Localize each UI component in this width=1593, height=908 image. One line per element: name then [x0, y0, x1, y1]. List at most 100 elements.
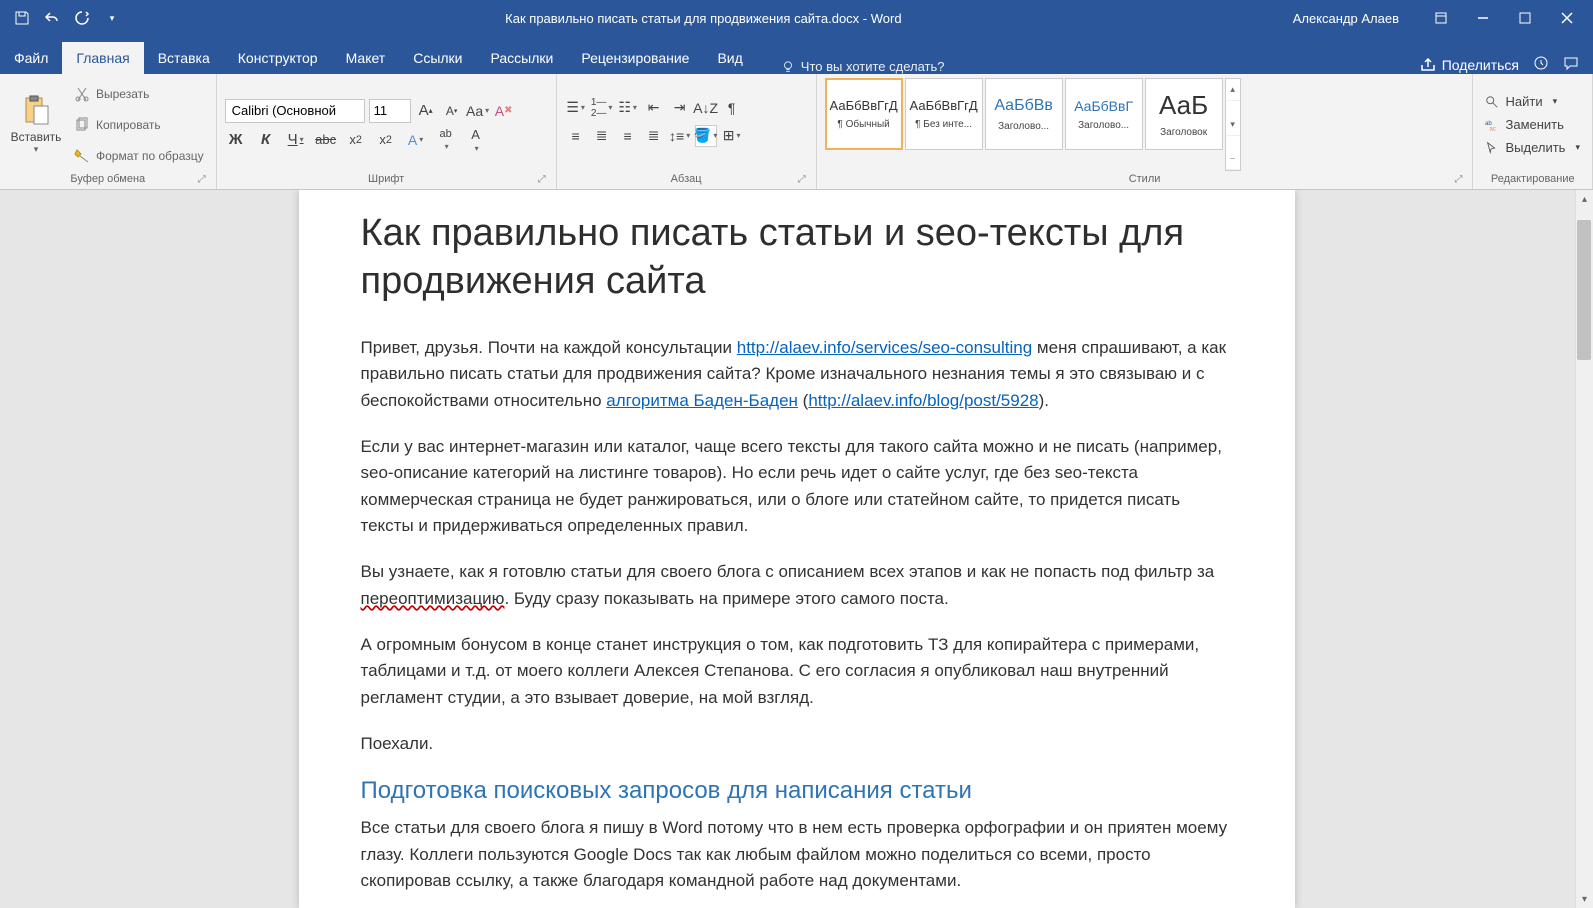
change-case-icon[interactable]: Aa: [467, 100, 489, 122]
tab-view[interactable]: Вид: [703, 42, 756, 74]
group-styles: АаБбВвГгД¶ Обычный АаБбВвГгД¶ Без инте..…: [817, 74, 1474, 189]
bullets-icon[interactable]: ☰: [565, 97, 587, 119]
tab-home[interactable]: Главная: [62, 42, 143, 74]
align-center-icon[interactable]: ≣: [591, 125, 613, 147]
minimize-icon[interactable]: [1463, 0, 1503, 36]
group-styles-label: Стили: [1129, 173, 1161, 185]
styles-launcher-icon[interactable]: ⤢: [1454, 174, 1462, 185]
font-color-icon[interactable]: A: [465, 129, 487, 151]
font-launcher-icon[interactable]: ⤢: [538, 174, 546, 185]
italic-button[interactable]: К: [255, 129, 277, 151]
ribbon-display-icon[interactable]: [1421, 0, 1461, 36]
justify-icon[interactable]: ≣: [643, 125, 665, 147]
style-no-spacing[interactable]: АаБбВвГгД¶ Без инте...: [905, 78, 983, 150]
replace-button[interactable]: abacЗаменить: [1481, 115, 1584, 134]
styles-expand[interactable]: ▴▾⎯: [1225, 78, 1241, 171]
style-normal[interactable]: АаБбВвГгД¶ Обычный: [825, 78, 903, 150]
sort-icon[interactable]: A↓Z: [695, 97, 717, 119]
style-heading2[interactable]: АаБбВвГЗаголово...: [1065, 78, 1143, 150]
comments-icon[interactable]: [1563, 55, 1579, 74]
font-name-input[interactable]: [225, 99, 365, 123]
group-clipboard-label: Буфер обмена: [70, 173, 145, 185]
paragraph-4: А огромным бонусом в конце станет инстру…: [361, 632, 1233, 711]
bold-button[interactable]: Ж: [225, 129, 247, 151]
save-icon[interactable]: [10, 6, 34, 30]
format-painter-button[interactable]: Формат по образцу: [70, 146, 208, 166]
decrease-indent-icon[interactable]: ⇤: [643, 97, 665, 119]
link-baden[interactable]: алгоритма Баден-Баден: [606, 391, 798, 410]
link-post[interactable]: http://alaev.info/blog/post/5928: [808, 391, 1038, 410]
grow-font-icon[interactable]: A▴: [415, 100, 437, 122]
clipboard-launcher-icon[interactable]: ⤢: [198, 174, 206, 185]
svg-text:ac: ac: [1490, 125, 1496, 132]
scroll-up-icon[interactable]: ▴: [1576, 190, 1593, 208]
shading-icon[interactable]: 🪣: [695, 125, 717, 147]
superscript-button[interactable]: x2: [375, 129, 397, 151]
history-icon[interactable]: [1533, 55, 1549, 74]
increase-indent-icon[interactable]: ⇥: [669, 97, 691, 119]
group-editing: Найти▾ abacЗаменить Выделить▾ Редактиров…: [1473, 74, 1593, 189]
underline-button[interactable]: Ч: [285, 129, 307, 151]
highlight-color-icon[interactable]: ab: [435, 129, 457, 151]
redo-icon[interactable]: [70, 6, 94, 30]
strikethrough-button[interactable]: abc: [315, 129, 337, 151]
scroll-thumb[interactable]: [1577, 220, 1591, 360]
scissors-icon: [74, 86, 90, 102]
tab-references[interactable]: Ссылки: [399, 42, 476, 74]
quick-access-toolbar: ▾: [0, 6, 134, 30]
numbering-icon[interactable]: 1—2—: [591, 97, 613, 119]
tab-file[interactable]: Файл: [0, 42, 62, 74]
tab-insert[interactable]: Вставка: [144, 42, 224, 74]
scroll-down-icon[interactable]: ▾: [1576, 890, 1593, 908]
share-label: Поделиться: [1442, 57, 1519, 73]
document-title: Как правильно писать статьи и seo-тексты…: [361, 210, 1233, 305]
tab-review[interactable]: Рецензирование: [567, 42, 703, 74]
find-button[interactable]: Найти▾: [1481, 92, 1584, 111]
spellcheck-wavy: переоптимизацию: [361, 589, 505, 608]
group-paragraph: ☰ 1—2— ☷ ⇤ ⇥ A↓Z ¶ ≡ ≣ ≡ ≣ ↕≡ 🪣 ⊞ Абзац⤢: [557, 74, 817, 189]
style-heading1[interactable]: АаБбВвЗаголово...: [985, 78, 1063, 150]
show-marks-icon[interactable]: ¶: [721, 97, 743, 119]
document-page[interactable]: Как правильно писать статьи и seo-тексты…: [299, 190, 1295, 908]
text-effects-icon[interactable]: A: [405, 129, 427, 151]
share-button[interactable]: Поделиться: [1420, 57, 1519, 73]
undo-icon[interactable]: [40, 6, 64, 30]
ribbon-tabs: Файл Главная Вставка Конструктор Макет С…: [0, 36, 1593, 74]
cursor-icon: [1485, 141, 1499, 155]
paragraph-2: Если у вас интернет-магазин или каталог,…: [361, 434, 1233, 539]
paragraph-launcher-icon[interactable]: ⤢: [798, 174, 806, 185]
link-consulting[interactable]: http://alaev.info/services/seo-consultin…: [737, 338, 1032, 357]
tell-me-label: Что вы хотите сделать?: [801, 59, 945, 74]
font-size-input[interactable]: [369, 99, 411, 123]
paste-button[interactable]: Вставить ▾: [8, 78, 64, 171]
align-right-icon[interactable]: ≡: [617, 125, 639, 147]
copy-button[interactable]: Копировать: [70, 115, 208, 135]
multilevel-list-icon[interactable]: ☷: [617, 97, 639, 119]
select-button[interactable]: Выделить▾: [1481, 138, 1584, 157]
clear-formatting-icon[interactable]: A✖: [493, 100, 515, 122]
maximize-icon[interactable]: [1505, 0, 1545, 36]
tell-me-search[interactable]: Что вы хотите сделать?: [769, 59, 957, 74]
style-title[interactable]: АаБЗаголовок: [1145, 78, 1223, 150]
tab-design[interactable]: Конструктор: [224, 42, 332, 74]
clipboard-icon: [20, 94, 52, 126]
close-icon[interactable]: [1547, 0, 1587, 36]
paste-label: Вставить: [11, 130, 62, 144]
replace-icon: abac: [1485, 118, 1499, 132]
align-left-icon[interactable]: ≡: [565, 125, 587, 147]
search-icon: [1485, 95, 1499, 109]
tab-layout[interactable]: Макет: [332, 42, 400, 74]
cut-button[interactable]: Вырезать: [70, 84, 208, 104]
shrink-font-icon[interactable]: A▾: [441, 100, 463, 122]
borders-icon[interactable]: ⊞: [721, 125, 743, 147]
user-name[interactable]: Александр Алаев: [1273, 11, 1419, 26]
tab-mailings[interactable]: Рассылки: [477, 42, 568, 74]
group-font-label: Шрифт: [368, 173, 404, 185]
qat-dropdown-icon[interactable]: ▾: [100, 6, 124, 30]
subscript-button[interactable]: x2: [345, 129, 367, 151]
group-font: A▴ A▾ Aa A✖ Ж К Ч abc x2 x2 A ab A Шрифт…: [217, 74, 557, 189]
line-spacing-icon[interactable]: ↕≡: [669, 125, 691, 147]
vertical-scrollbar[interactable]: ▴ ▾: [1575, 190, 1593, 908]
styles-gallery: АаБбВвГгД¶ Обычный АаБбВвГгД¶ Без инте..…: [825, 78, 1241, 171]
document-area: Как правильно писать статьи и seo-тексты…: [0, 190, 1593, 908]
